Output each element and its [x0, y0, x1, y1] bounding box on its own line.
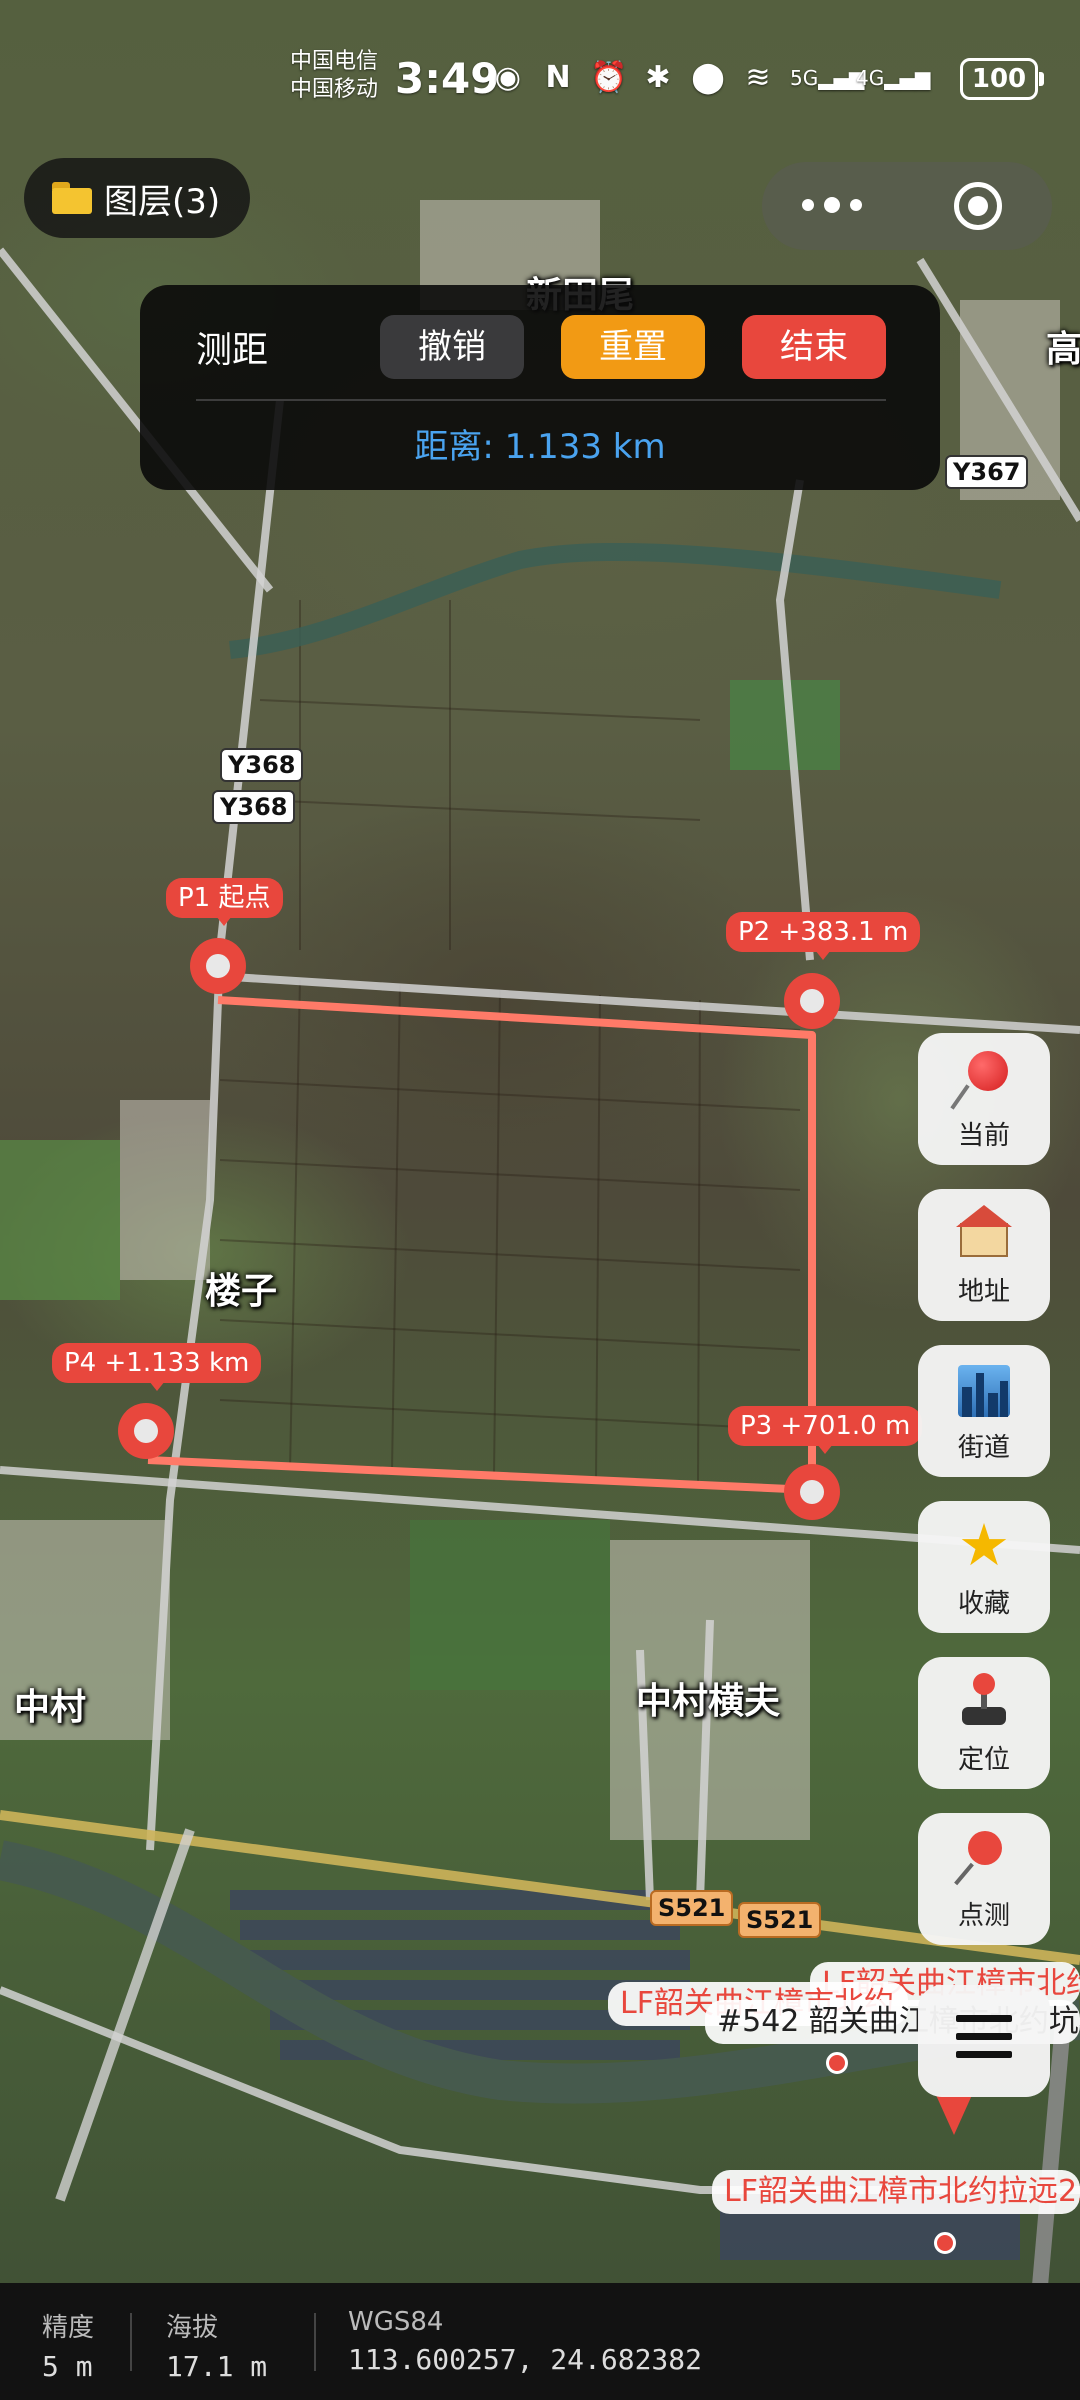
road-label-s521: S521	[738, 1902, 822, 1938]
end-button[interactable]: 结束	[742, 315, 886, 379]
side-button-label: 街道	[957, 1433, 1010, 1463]
folder-icon	[52, 182, 92, 214]
altitude-info: 海拔 17.1 m	[166, 2307, 267, 2383]
road-label-y368: Y368	[220, 748, 304, 782]
point-measure-button[interactable]: 点测	[918, 1813, 1050, 1945]
locate-target-icon[interactable]	[954, 182, 1002, 230]
street-view-button[interactable]: 街道	[918, 1345, 1050, 1477]
road-label-y367: Y367	[945, 455, 1029, 489]
gps-info-bar: 精度 5 m 海拔 17.1 m WGS84 113.600257, 24.68…	[0, 2283, 1080, 2400]
side-button-label: 定位	[957, 1745, 1010, 1775]
signal-5g-icon: 5G▂▄▆	[790, 65, 865, 90]
status-icons: ◉ N ⏰ ✱ ⬤ ≋ 5G▂▄▆ 4G▂▄▆	[490, 60, 931, 95]
measure-title: 测距	[196, 330, 269, 371]
location-icon: ⬤	[691, 60, 725, 95]
menu-button[interactable]	[918, 1985, 1050, 2097]
house-icon	[954, 1203, 1014, 1263]
hamburger-menu-icon	[956, 2015, 1012, 2067]
poi-pin-icon[interactable]	[826, 2052, 848, 2074]
wifi-icon: ≋	[745, 60, 771, 95]
nfc-icon: N	[545, 60, 571, 95]
side-button-label: 点测	[957, 1901, 1010, 1931]
clock: 3:49	[395, 54, 500, 103]
measure-point-tag-p3: P3 +701.0 m	[728, 1406, 923, 1454]
position-button[interactable]: 定位	[918, 1657, 1050, 1789]
layers-button[interactable]: 图层(3)	[24, 158, 251, 238]
road-label-s521: S521	[650, 1890, 734, 1926]
favorites-button[interactable]: ★ 收藏	[918, 1501, 1050, 1633]
more-options-icon[interactable]	[802, 190, 882, 220]
total-distance: 距离: 1.133 km	[414, 427, 666, 467]
reset-button[interactable]: 重置	[561, 315, 705, 379]
place-label-gao: 高	[1046, 329, 1080, 370]
place-label-zhongcun: 中村	[14, 1687, 87, 1728]
measure-point-tag-p2: P2 +383.1 m	[726, 912, 921, 960]
divider	[196, 399, 886, 401]
layers-label: 图层(3)	[104, 181, 221, 222]
status-bar: 中国电信 中国移动 3:49 ◉ N ⏰ ✱ ⬤ ≋ 5G▂▄▆ 4G▂▄▆ 1…	[0, 40, 1080, 120]
coordinates-value[interactable]: 113.600257, 24.682382	[348, 2343, 702, 2376]
side-button-label: 地址	[957, 1277, 1010, 1307]
accuracy-label: 精度	[42, 2313, 95, 2343]
measure-point-marker-p4[interactable]	[118, 1403, 174, 1459]
measure-point-marker-p1[interactable]	[190, 938, 246, 994]
location-pointer-icon	[936, 2095, 972, 2135]
place-label-louzi: 楼子	[205, 1271, 278, 1312]
eye-icon: ◉	[494, 60, 522, 95]
address-button[interactable]: 地址	[918, 1189, 1050, 1321]
carrier-2: 中国移动	[290, 77, 379, 102]
joystick-icon	[954, 1671, 1014, 1731]
altitude-label: 海拔	[166, 2313, 219, 2343]
carrier-names: 中国电信 中国移动	[290, 48, 378, 104]
alarm-icon: ⏰	[590, 60, 628, 95]
cityscape-icon	[954, 1359, 1014, 1419]
signal-4g-icon: 4G▂▄▆	[856, 65, 931, 90]
place-label-zhongcun-hengfu: 中村横夫	[636, 1681, 781, 1722]
pushpin-icon	[954, 1827, 1014, 1887]
current-location-button[interactable]: 当前	[918, 1033, 1050, 1165]
measure-route-line	[147, 996, 816, 1494]
altitude-value: 17.1 m	[166, 2350, 268, 2383]
measure-point-tag-p4: P4 +1.133 km	[52, 1343, 262, 1391]
road-label-y368: Y368	[212, 790, 296, 824]
coordinates-info[interactable]: WGS84 113.600257, 24.682382	[348, 2307, 702, 2376]
star-icon: ★	[958, 1511, 1010, 1579]
accuracy-info: 精度 5 m	[42, 2307, 94, 2383]
accuracy-value: 5 m	[42, 2350, 93, 2383]
red-pin-icon	[950, 1047, 1014, 1110]
side-button-label: 收藏	[957, 1589, 1010, 1619]
top-right-controls	[762, 162, 1052, 250]
measure-point-marker-p3[interactable]	[784, 1464, 840, 1520]
bluetooth-icon: ✱	[645, 60, 671, 95]
measure-point-tag-p1: P1 起点	[166, 878, 283, 926]
side-button-label: 当前	[957, 1121, 1010, 1151]
measure-point-marker-p2[interactable]	[784, 973, 840, 1029]
carrier-1: 中国电信	[290, 49, 379, 74]
poi-pin-icon[interactable]	[934, 2232, 956, 2254]
undo-button[interactable]: 撤销	[380, 315, 524, 379]
distance-measure-panel: 测距 撤销 重置 结束 距离: 1.133 km	[140, 285, 940, 490]
divider	[130, 2313, 132, 2371]
divider	[314, 2313, 316, 2371]
poi-label-base-station[interactable]: LF韶关曲江樟市北约拉远22	[712, 2170, 1080, 2214]
datum-label: WGS84	[348, 2307, 444, 2337]
battery-icon: 100	[960, 58, 1044, 100]
